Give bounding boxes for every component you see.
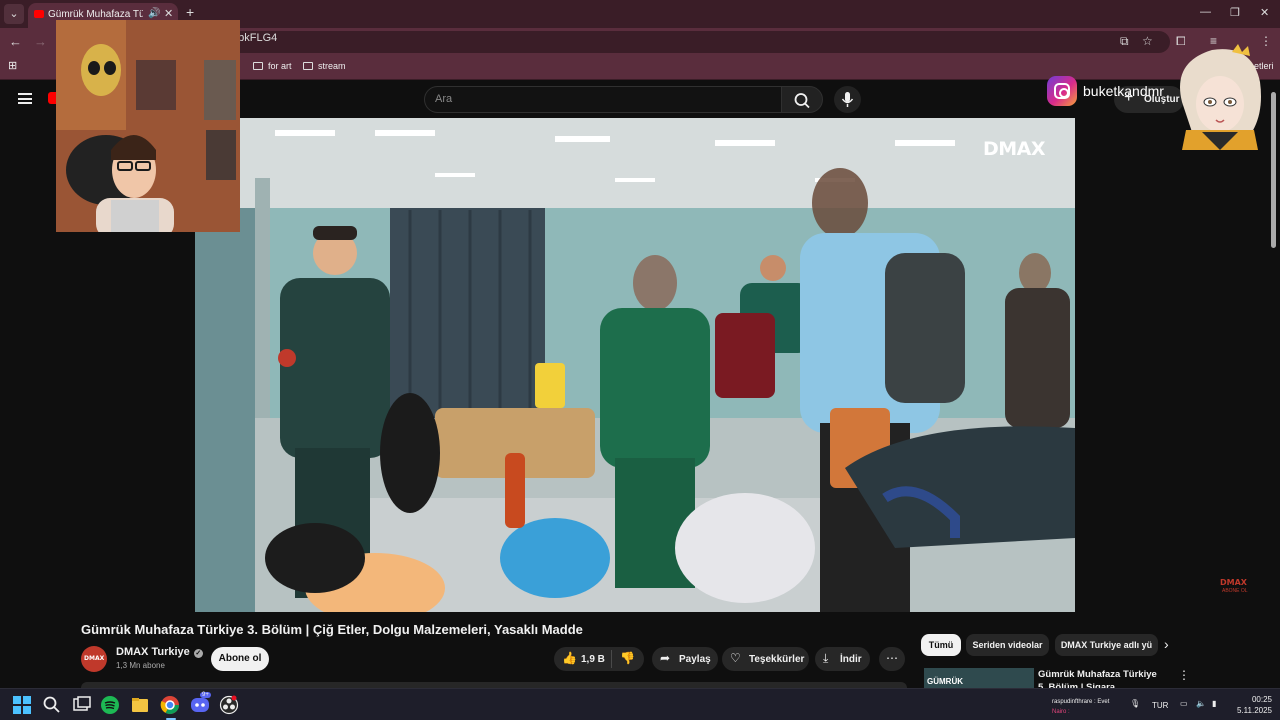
clock-time: 00:25 (1251, 695, 1272, 704)
tab-title: Gümrük Muhafaza Türkiye (48, 9, 143, 20)
bookmark-folder-stream[interactable]: stream (303, 61, 346, 71)
bookmark-folder-for-art[interactable]: for art (253, 61, 292, 71)
video-player[interactable]: DMAX (195, 118, 1075, 612)
chip-all[interactable]: Tümü (921, 634, 961, 656)
apps-grid-icon[interactable]: ⊞ (8, 59, 17, 72)
windows-start-icon[interactable] (12, 695, 32, 715)
close-window-button[interactable]: ✕ (1260, 6, 1269, 19)
tab-search-chevron-icon[interactable]: ⌄ (4, 4, 24, 24)
new-tab-button[interactable]: + (186, 4, 194, 20)
thanks-heart-icon: ♡ (730, 651, 741, 665)
recommended-thumbnail[interactable]: GÜMRÜK (924, 668, 1034, 688)
tray-mic-icon[interactable]: 🎙 (1130, 699, 1140, 708)
channel-avatar[interactable]: DMAX (81, 646, 107, 672)
back-button[interactable]: ← (9, 34, 22, 49)
vtuber-avatar-illustration (1180, 44, 1261, 150)
search-icon[interactable] (42, 695, 62, 715)
subscriber-count: 1,3 Mn abone (116, 661, 165, 670)
channel-name[interactable]: DMAX Turkiye ✓ (116, 646, 203, 658)
cast-icon[interactable]: ⧉ (1120, 34, 1129, 49)
language-indicator[interactable]: TUR (1152, 701, 1168, 710)
search-icon (794, 93, 810, 109)
chrome-icon[interactable] (160, 695, 180, 715)
more-actions-button[interactable]: ⋯ (879, 647, 905, 671)
task-view-icon[interactable] (72, 695, 92, 715)
tray-chat-line-1: raspudinfthrare : Evet (1052, 699, 1110, 705)
chevron-right-icon[interactable]: › (1164, 636, 1169, 652)
video-frame (195, 118, 1075, 612)
recommended-title[interactable]: Gümrük Muhafaza Türkiye 5. Bölüm | Sigar… (1038, 668, 1166, 688)
search-input[interactable]: Ara (424, 86, 782, 113)
voice-search-button[interactable] (834, 86, 861, 113)
search-placeholder: Ara (435, 93, 453, 105)
search-button[interactable] (781, 86, 823, 113)
minimize-button[interactable]: — (1200, 6, 1211, 18)
like-count[interactable]: 1,9 B (581, 654, 605, 665)
like-dislike-group: 👍 1,9 B 👎 (554, 647, 644, 671)
speaker-icon[interactable]: 🔊 (148, 8, 160, 19)
close-tab-icon[interactable]: ✕ (164, 7, 173, 20)
download-icon: ⤓ (823, 651, 829, 665)
verified-check-icon: ✓ (193, 649, 203, 658)
download-button[interactable]: ⤓ İndir (815, 647, 870, 671)
restore-button[interactable]: ❐ (1230, 6, 1240, 19)
folder-icon (253, 62, 263, 70)
chip-series[interactable]: Seriden videolar (966, 634, 1049, 656)
dmax-watermark: DMAX (983, 138, 1046, 160)
bookmark-star-icon[interactable]: ☆ (1142, 34, 1153, 48)
share-arrow-icon: ➦ (660, 651, 671, 665)
dmax-subscribe-badge[interactable]: DMAX ABONE OL (1220, 578, 1254, 598)
network-icon[interactable]: ▭ (1180, 699, 1188, 708)
instagram-icon (1047, 76, 1077, 106)
file-explorer-icon[interactable] (130, 695, 150, 715)
subscribe-button[interactable]: Abone ol (211, 647, 269, 671)
tray-chat-line-2: Nairo : (1052, 709, 1070, 715)
clock-date: 5.11.2025 (1237, 706, 1272, 715)
recommended-more-icon[interactable]: ⋮ (1178, 668, 1190, 682)
video-title: Gümrük Muhafaza Türkiye 3. Bölüm | Çiğ E… (81, 622, 583, 637)
discord-icon[interactable] (190, 695, 210, 715)
folder-icon (303, 62, 313, 70)
like-divider (611, 650, 612, 668)
thanks-button[interactable]: ♡ Teşekkürler (722, 647, 809, 671)
system-clock[interactable]: 00:25 5.11.2025 (1232, 694, 1272, 716)
hamburger-menu-icon[interactable] (18, 93, 32, 104)
youtube-favicon-icon (34, 10, 44, 18)
spotify-icon[interactable] (100, 695, 120, 715)
thumbs-up-icon[interactable]: 👍 (562, 651, 577, 665)
webcam-feed (56, 20, 240, 232)
windows-taskbar: 9+ raspudinfthrare : Evet Nairo : 🎙 TUR … (0, 688, 1280, 720)
more-horizontal-icon: ⋯ (886, 651, 898, 665)
chip-channel[interactable]: DMAX Turkiye adlı yü (1055, 634, 1158, 656)
microphone-icon (841, 92, 854, 107)
obs-icon[interactable] (219, 695, 239, 715)
page-scrollbar[interactable] (1271, 92, 1276, 248)
volume-icon[interactable]: 🔈 (1196, 699, 1206, 708)
forward-button[interactable]: → (34, 34, 47, 49)
battery-icon[interactable]: ▮ (1212, 699, 1216, 708)
share-button[interactable]: ➦ Paylaş (652, 647, 718, 671)
discord-badge: 9+ (200, 692, 211, 698)
webcam-overlay (56, 20, 240, 232)
instagram-handle: buketkandmr (1083, 83, 1164, 99)
thumbs-down-icon[interactable]: 👎 (620, 651, 635, 665)
